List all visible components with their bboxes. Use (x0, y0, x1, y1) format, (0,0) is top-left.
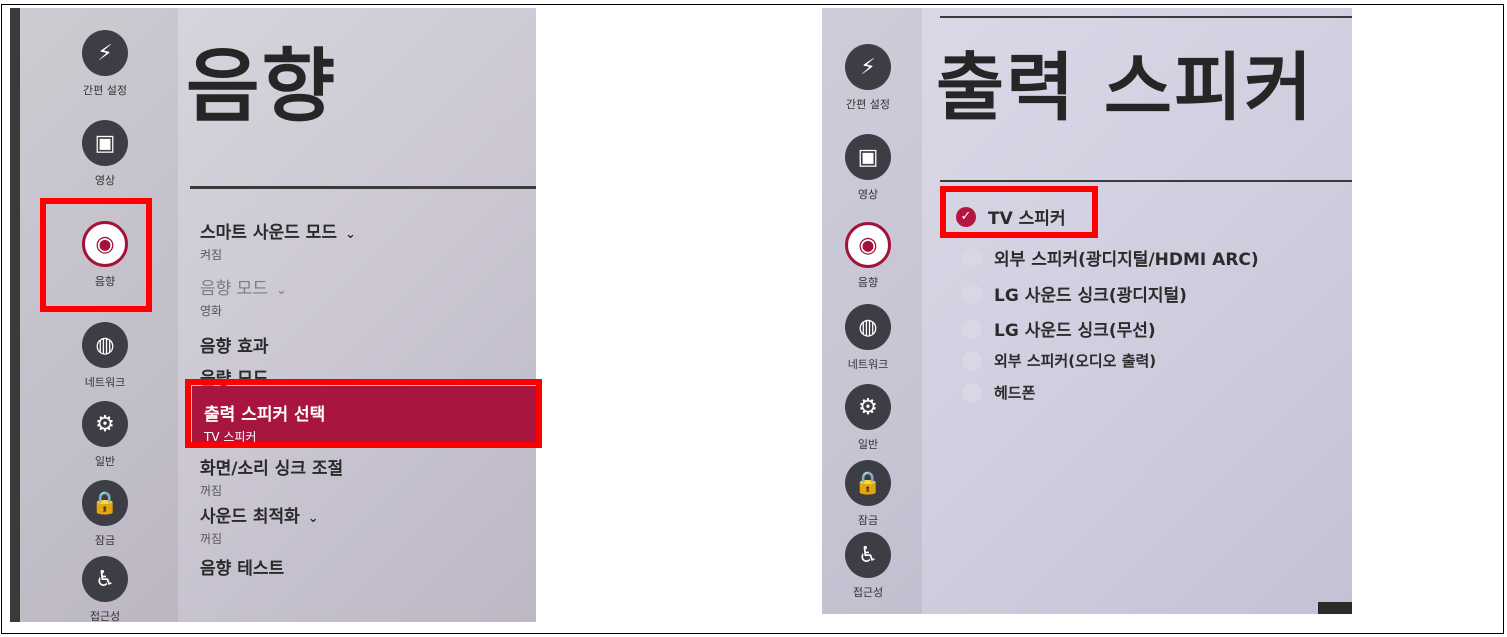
radio-icon (962, 350, 982, 371)
menu-item-smart-sound[interactable]: 스마트 사운드 모드 ⌄ 켜짐 (200, 218, 356, 263)
menu-item-sound-test[interactable]: 음향 테스트 (200, 554, 284, 579)
sidebar-item-lock[interactable]: 🔒 잠금 (55, 480, 155, 548)
sidebar-item-picture[interactable]: ▣ 영상 (822, 134, 914, 202)
sidebar-item-label: 네트워크 (847, 358, 889, 371)
highlight-box-tv-speaker (940, 186, 1098, 238)
sidebar-item-general[interactable]: ⚙ 일반 (55, 401, 155, 469)
menu-item-sound-mode[interactable]: 음향 모드 ⌄ 영화 (200, 274, 287, 319)
option-label: LG 사운드 싱크(무선) (994, 321, 1156, 341)
lock-icon: 🔒 (82, 480, 128, 526)
sidebar-item-quick-settings[interactable]: ⚡ 간편 설정 (55, 30, 155, 98)
sidebar-item-sound[interactable]: ◉ 음향 (822, 222, 914, 290)
sidebar-item-network[interactable]: ◍ 네트워크 (55, 322, 155, 390)
sidebar-item-label: 잠금 (857, 514, 879, 527)
chevron-down-icon: ⌄ (344, 227, 356, 242)
menu-item-av-sync[interactable]: 화면/소리 싱크 조절 꺼짐 (200, 454, 343, 499)
chevron-down-icon: ⌄ (307, 511, 319, 526)
highlight-box-output-speaker (185, 379, 542, 448)
sidebar-item-accessibility[interactable]: ♿ 접근성 (822, 532, 914, 600)
chevron-down-icon: ⌄ (275, 283, 287, 298)
page-title: 출력 스피커 (936, 45, 1315, 131)
option-lg-sound-sync-wireless[interactable]: LG 사운드 싱크(무선) (962, 316, 1156, 341)
sidebar-item-accessibility[interactable]: ♿ 접근성 (55, 556, 155, 622)
menu-item-value: 켜짐 (200, 248, 223, 262)
option-label: LG 사운드 싱크(광디지털) (994, 286, 1187, 306)
sidebar-item-network[interactable]: ◍ 네트워크 (822, 304, 914, 372)
sidebar-item-quick-settings[interactable]: ⚡ 간편 설정 (822, 44, 914, 112)
tools-icon: ⚙ (845, 384, 891, 430)
option-label: 외부 스피커(광디지털/HDMI ARC) (994, 250, 1259, 270)
menu-item-value: 꺼짐 (200, 532, 223, 546)
menu-item-label: 사운드 최적화 (200, 507, 300, 527)
option-headphones[interactable]: 헤드폰 (962, 382, 1035, 403)
accessibility-icon: ♿ (82, 556, 128, 602)
menu-item-label: 스마트 사운드 모드 (200, 223, 337, 243)
title-divider (190, 186, 536, 189)
sidebar: ⚡ 간편 설정 ▣ 영상 ◉ 음향 ◍ 네트워크 ⚙ 일반 🔒 잠금 ♿ 접근성 (822, 8, 922, 614)
sidebar-item-lock[interactable]: 🔒 잠금 (822, 460, 914, 528)
accessibility-icon: ♿ (845, 532, 891, 578)
sidebar-item-label: 일반 (94, 455, 116, 468)
lightning-icon: ⚡ (82, 30, 128, 76)
sidebar-item-label: 영상 (94, 174, 116, 187)
option-external-speaker-audio-out[interactable]: 외부 스피커(오디오 출력) (962, 350, 1156, 371)
sound-icon: ◉ (845, 222, 891, 268)
menu-item-label: 음향 효과 (200, 337, 269, 357)
radio-icon (962, 247, 982, 268)
menu-item-label: 음향 테스트 (200, 559, 285, 579)
network-icon: ◍ (82, 322, 128, 368)
bezel-edge (10, 8, 20, 622)
lock-icon: 🔒 (845, 460, 891, 506)
picture-icon: ▣ (82, 120, 128, 166)
option-label: 헤드폰 (994, 384, 1036, 402)
highlight-box-sound (40, 198, 152, 312)
sidebar-item-label: 잠금 (94, 534, 116, 547)
tools-icon: ⚙ (82, 401, 128, 447)
page-title: 음향 (186, 40, 338, 133)
sidebar-item-general[interactable]: ⚙ 일반 (822, 384, 914, 452)
lightning-icon: ⚡ (845, 44, 891, 90)
sidebar-item-label: 간편 설정 (83, 84, 127, 97)
option-external-speaker-optical-hdmi[interactable]: 외부 스피커(광디지털/HDMI ARC) (962, 245, 1259, 270)
menu-item-value: 영화 (200, 304, 223, 318)
network-icon: ◍ (845, 304, 891, 350)
radio-icon (962, 382, 982, 403)
menu-item-label: 음향 모드 (200, 279, 268, 299)
sidebar-item-label: 영상 (857, 188, 879, 201)
menu-item-value: 꺼짐 (200, 484, 223, 498)
bezel-corner (1318, 602, 1352, 614)
sidebar-item-label: 네트워크 (84, 376, 126, 389)
menu-item-sound-optimizer[interactable]: 사운드 최적화 ⌄ 꺼짐 (200, 502, 319, 547)
sidebar-item-label: 간편 설정 (846, 98, 890, 111)
sidebar: ⚡ 간편 설정 ▣ 영상 ◉ 음향 ◍ 네트워크 ⚙ 일반 🔒 잠금 ♿ 접근성 (20, 8, 178, 622)
sidebar-item-label: 일반 (857, 438, 879, 451)
output-speaker-photo: ⚡ 간편 설정 ▣ 영상 ◉ 음향 ◍ 네트워크 ⚙ 일반 🔒 잠금 ♿ 접근성… (822, 8, 1352, 614)
top-divider (940, 16, 1352, 18)
picture-icon: ▣ (845, 134, 891, 180)
option-label: 외부 스피커(오디오 출력) (994, 352, 1157, 370)
radio-icon (962, 318, 982, 339)
sidebar-item-label: 접근성 (89, 610, 121, 622)
title-divider (940, 180, 1352, 182)
sidebar-item-picture[interactable]: ▣ 영상 (55, 120, 155, 188)
menu-item-label: 화면/소리 싱크 조절 (200, 459, 344, 479)
sidebar-item-label: 음향 (857, 276, 879, 289)
option-lg-sound-sync-optical[interactable]: LG 사운드 싱크(광디지털) (962, 281, 1187, 306)
sidebar-item-label: 접근성 (852, 586, 884, 599)
sound-settings-photo: ⚡ 간편 설정 ▣ 영상 ◉ 음향 ◍ 네트워크 ⚙ 일반 🔒 잠금 ♿ 접근성… (10, 8, 536, 622)
radio-icon (962, 283, 982, 304)
menu-item-sound-effects[interactable]: 음향 효과 (200, 332, 268, 357)
